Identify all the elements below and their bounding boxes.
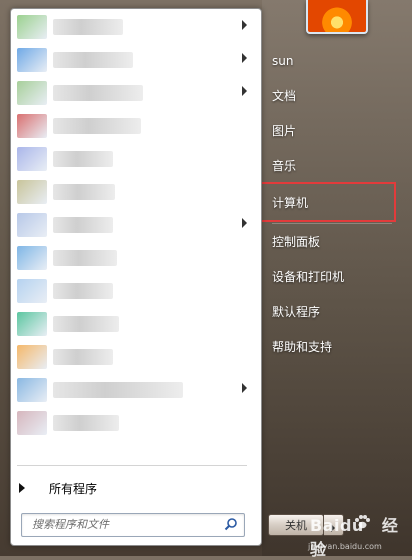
watermark-url: jingyan.baidu.com [308, 542, 382, 551]
program-icon [17, 246, 47, 270]
all-programs-button[interactable]: 所有程序 [19, 477, 239, 499]
program-label-blurred [53, 184, 115, 200]
right-item-label: 音乐 [272, 159, 297, 173]
program-icon [17, 147, 47, 171]
right-item-label: 默认程序 [272, 305, 321, 319]
program-label-blurred [53, 316, 119, 332]
program-icon [17, 81, 47, 105]
program-icon [17, 411, 47, 435]
program-list-item[interactable] [17, 345, 255, 369]
program-icon [17, 279, 47, 303]
submenu-arrow-icon [242, 383, 247, 393]
search-input[interactable] [22, 514, 222, 534]
right-item-label: 图片 [272, 124, 297, 138]
program-list-item[interactable] [17, 312, 255, 336]
program-list-item[interactable] [17, 213, 255, 237]
program-list-item[interactable] [17, 147, 255, 171]
right-item-user[interactable]: sun [272, 49, 402, 73]
right-item-label: 文档 [272, 89, 297, 103]
paw-icon [355, 515, 370, 529]
program-icon [17, 312, 47, 336]
submenu-arrow-icon [242, 53, 247, 63]
right-item-label: 帮助和支持 [272, 340, 333, 354]
program-icon [17, 345, 47, 369]
program-label-blurred [53, 250, 117, 266]
submenu-arrow-icon [242, 218, 247, 228]
program-label-blurred [53, 85, 143, 101]
program-list-item[interactable] [17, 81, 255, 105]
right-item-documents[interactable]: 文档 [272, 84, 402, 108]
program-list-divider [17, 465, 247, 466]
program-label-blurred [53, 52, 133, 68]
program-label-blurred [53, 217, 113, 233]
right-divider [272, 223, 392, 224]
program-list-item[interactable] [17, 114, 255, 138]
program-list-panel: 所有程序 [10, 8, 262, 546]
all-programs-label: 所有程序 [49, 482, 98, 496]
right-item-devices-printers[interactable]: 设备和打印机 [272, 265, 402, 289]
program-label-blurred [53, 151, 113, 167]
search-box[interactable] [21, 513, 245, 537]
right-item-control-panel[interactable]: 控制面板 [272, 230, 402, 254]
program-list-item[interactable] [17, 411, 255, 435]
program-icon [17, 15, 47, 39]
right-item-help-support[interactable]: 帮助和支持 [272, 335, 402, 359]
program-label-blurred [53, 118, 141, 134]
right-item-music[interactable]: 音乐 [272, 154, 402, 178]
search-icon[interactable] [224, 517, 238, 531]
program-list-item[interactable] [17, 48, 255, 72]
program-icon [17, 180, 47, 204]
program-list-item[interactable] [17, 15, 255, 39]
submenu-arrow-icon [242, 86, 247, 96]
program-label-blurred [53, 19, 123, 35]
user-avatar[interactable] [306, 0, 368, 34]
program-list-item[interactable] [17, 378, 255, 402]
program-list-item[interactable] [17, 180, 255, 204]
right-item-pictures[interactable]: 图片 [272, 119, 402, 143]
program-label-blurred [53, 382, 183, 398]
program-icon [17, 213, 47, 237]
all-programs-arrow-icon [19, 483, 25, 493]
right-item-label: 控制面板 [272, 235, 321, 249]
program-list-item[interactable] [17, 246, 255, 270]
right-item-default-programs[interactable]: 默认程序 [272, 300, 402, 324]
submenu-arrow-icon [242, 20, 247, 30]
program-label-blurred [53, 283, 113, 299]
program-icon [17, 378, 47, 402]
program-label-blurred [53, 415, 119, 431]
baidu-watermark: Baidu 经验 jingyan.baidu.com [300, 512, 410, 559]
program-label-blurred [53, 349, 113, 365]
program-list-item[interactable] [17, 279, 255, 303]
right-item-label: 设备和打印机 [272, 270, 345, 284]
right-item-label: sun [272, 54, 294, 68]
program-icon [17, 114, 47, 138]
program-icon [17, 48, 47, 72]
